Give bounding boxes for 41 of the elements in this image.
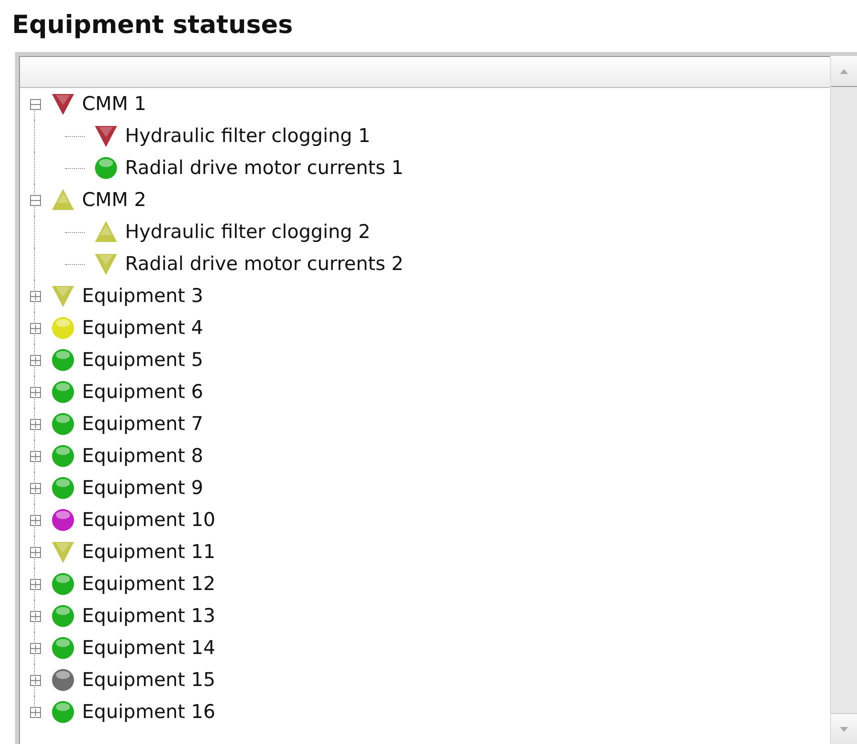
tree-item-label[interactable]: Equipment 11 bbox=[82, 541, 216, 563]
tree-item-label[interactable]: Radial drive motor currents 2 bbox=[125, 253, 404, 275]
expand-toggle[interactable] bbox=[30, 418, 40, 430]
tree-item-label[interactable]: Equipment 6 bbox=[82, 381, 204, 403]
expand-toggle[interactable] bbox=[30, 674, 40, 686]
expand-toggle[interactable] bbox=[30, 290, 40, 302]
expand-toggle[interactable] bbox=[30, 610, 40, 622]
scrollbar[interactable] bbox=[830, 56, 857, 744]
expand-toggle[interactable] bbox=[30, 706, 40, 718]
tree-item-label[interactable]: CMM 1 bbox=[82, 93, 146, 115]
expand-toggle[interactable] bbox=[30, 642, 40, 654]
expand-toggle[interactable] bbox=[30, 386, 40, 398]
tree-item-label[interactable]: Equipment 13 bbox=[82, 605, 216, 627]
tree-item-label[interactable]: Equipment 9 bbox=[82, 477, 204, 499]
tree-item-label[interactable]: CMM 2 bbox=[82, 189, 146, 211]
tree-item-label[interactable]: Equipment 3 bbox=[82, 285, 204, 307]
expand-toggle[interactable] bbox=[30, 322, 40, 334]
down-arrow-icon bbox=[840, 726, 848, 732]
tree-item-label[interactable]: Equipment 10 bbox=[82, 509, 216, 531]
tree-item-label[interactable]: Hydraulic filter clogging 2 bbox=[125, 221, 370, 243]
collapse-toggle[interactable] bbox=[30, 194, 40, 206]
tree-item-label[interactable]: Equipment 14 bbox=[82, 637, 216, 659]
tree-item-label[interactable]: Hydraulic filter clogging 1 bbox=[125, 125, 370, 147]
tree-item-label[interactable]: Radial drive motor currents 1 bbox=[125, 157, 404, 179]
tree-item-label[interactable]: Equipment 16 bbox=[82, 701, 216, 723]
expand-toggle[interactable] bbox=[30, 482, 40, 494]
tree-item-label[interactable]: Equipment 8 bbox=[82, 445, 204, 467]
tree-item-label[interactable]: Equipment 15 bbox=[82, 669, 216, 691]
tree-item-label[interactable]: Equipment 4 bbox=[82, 317, 204, 339]
expand-toggle[interactable] bbox=[30, 450, 40, 462]
collapse-toggle[interactable] bbox=[30, 98, 40, 110]
expand-toggle[interactable] bbox=[30, 514, 40, 526]
up-arrow-icon bbox=[840, 68, 848, 74]
expand-toggle[interactable] bbox=[30, 354, 40, 366]
tree-item-label[interactable]: Equipment 7 bbox=[82, 413, 204, 435]
scroll-up-button[interactable] bbox=[831, 56, 857, 87]
expand-toggle[interactable] bbox=[30, 578, 40, 590]
tree-item-label[interactable]: Equipment 12 bbox=[82, 573, 216, 595]
page-title: Equipment statuses bbox=[12, 9, 293, 41]
tree-item-label[interactable]: Equipment 5 bbox=[82, 349, 204, 371]
expand-toggle[interactable] bbox=[30, 546, 40, 558]
